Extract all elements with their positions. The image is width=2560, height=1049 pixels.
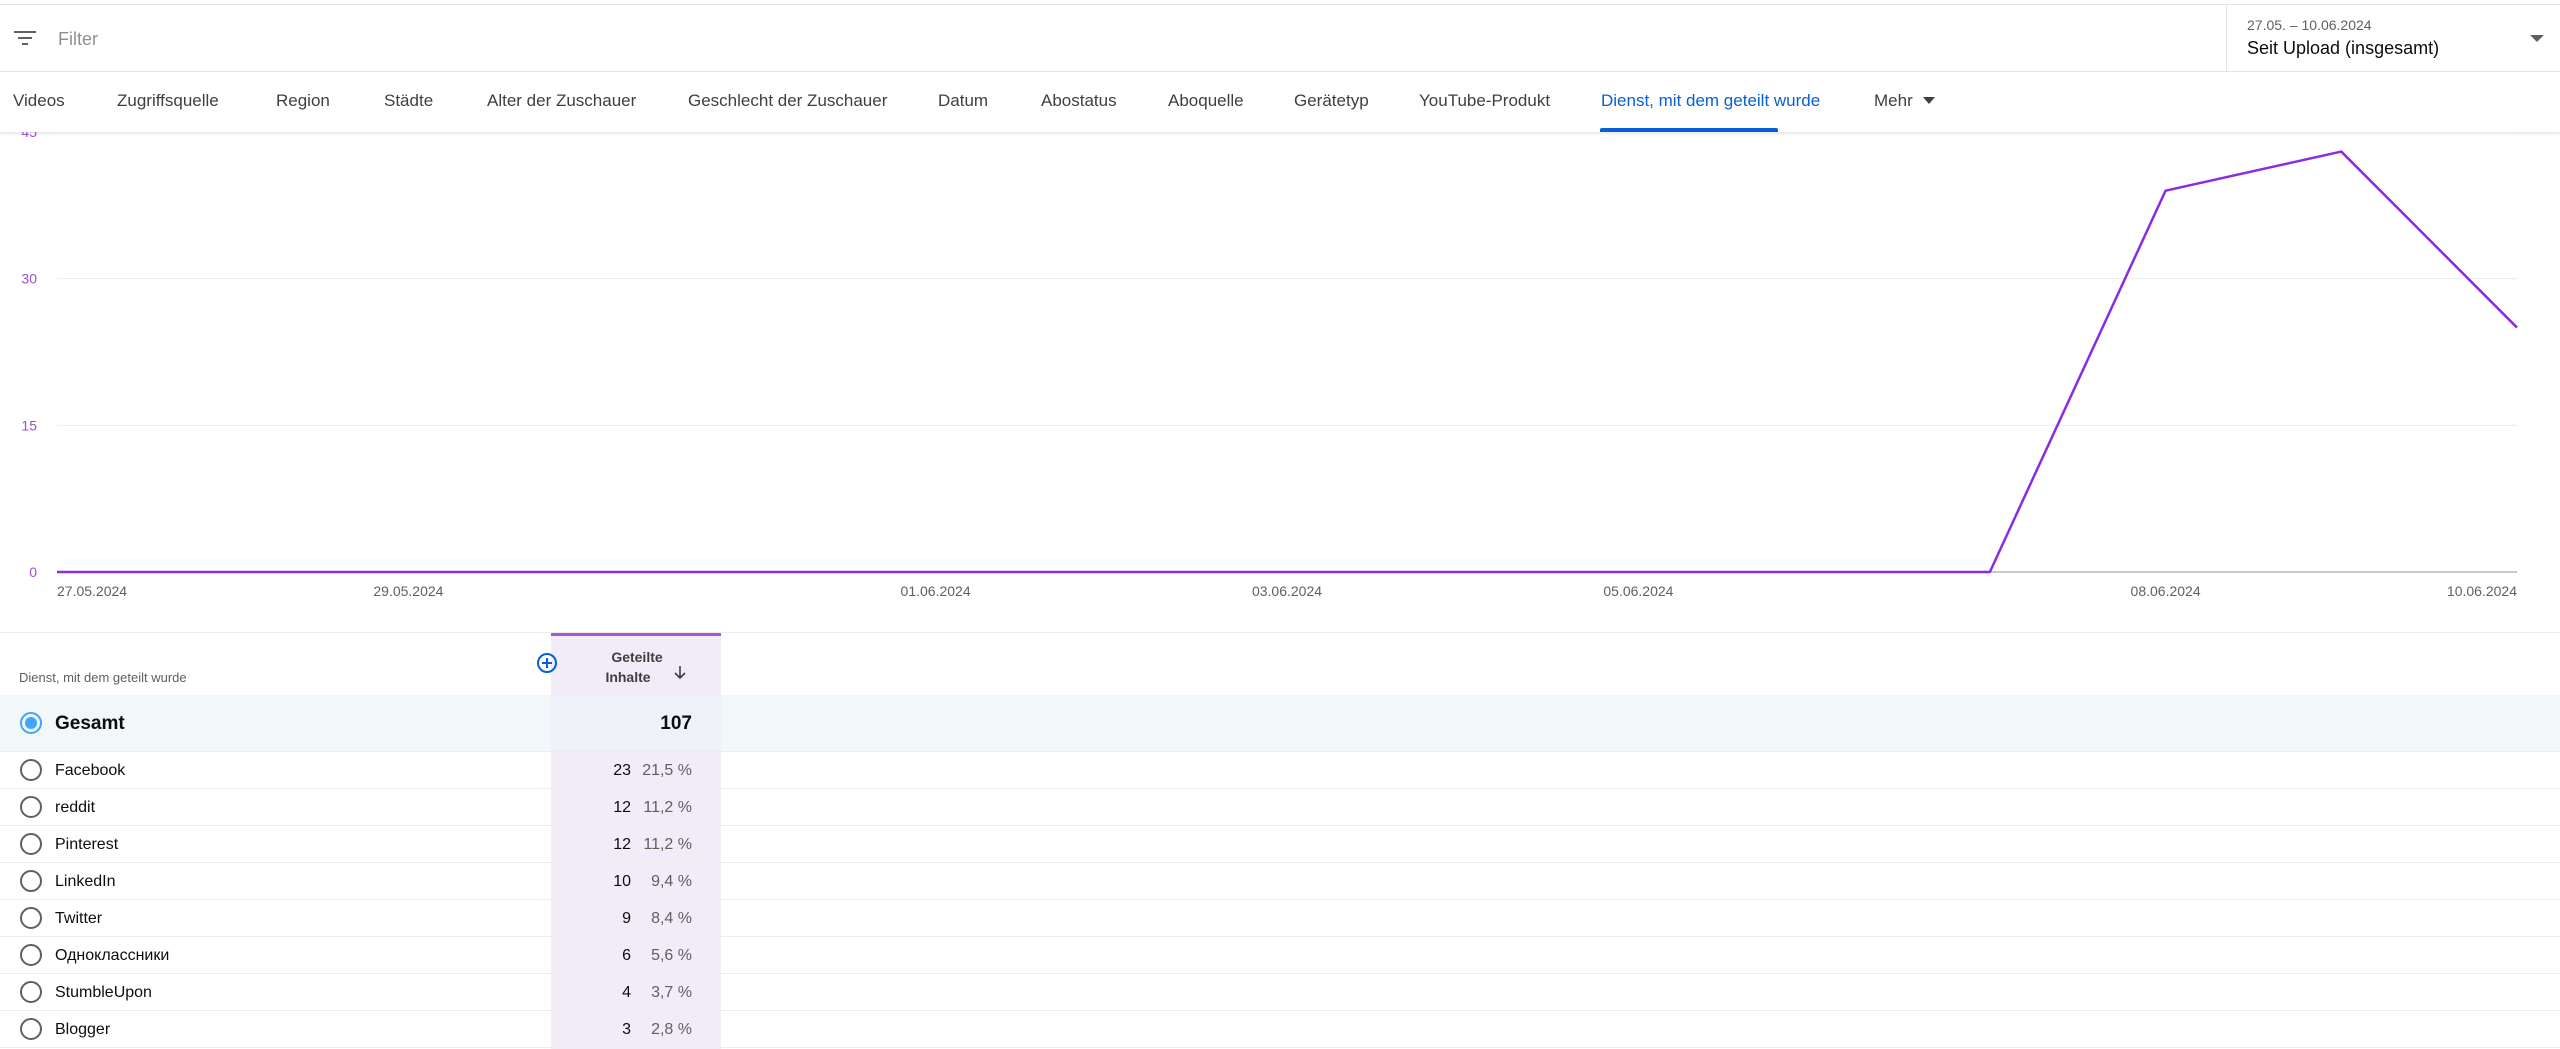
row-percent: 5,6 % (636, 947, 692, 965)
table-row[interactable]: Blogger 3 2,8 % (0, 1011, 2560, 1048)
dimension-tabs: Videos Zugriffsquelle Region Städte Alte… (0, 72, 2560, 132)
tab-abostatus[interactable]: Abostatus (1041, 91, 1117, 111)
dimension-column-header: Dienst, mit dem geteilt wurde (19, 670, 187, 685)
radio-selected[interactable] (20, 712, 42, 734)
row-label: Pinterest (55, 836, 118, 854)
y-tick-label: 30 (21, 271, 37, 287)
radio[interactable] (20, 1018, 42, 1040)
series-line (57, 152, 2517, 572)
row-percent: 2,8 % (636, 1021, 692, 1039)
radio[interactable] (20, 870, 42, 892)
radio[interactable] (20, 944, 42, 966)
filter-bar: Filter 27.05. – 10.06.2024 Seit Upload (… (0, 4, 2560, 72)
row-label: reddit (55, 799, 95, 817)
tab-dienst-geteilt[interactable]: Dienst, mit dem geteilt wurde (1601, 91, 1820, 111)
filter-input[interactable]: Filter (58, 29, 98, 50)
table-row[interactable]: LinkedIn 10 9,4 % (0, 863, 2560, 900)
row-value: 4 (551, 984, 631, 1002)
radio[interactable] (20, 833, 42, 855)
row-value: 12 (551, 836, 631, 854)
line-chart: 0 15 30 45 27.05.2024 29.05.2024 01.06.2024 03.… (0, 132, 2560, 612)
x-tick-label: 01.06.2024 (901, 583, 971, 599)
row-value: 6 (551, 947, 631, 965)
row-label: Blogger (55, 1021, 110, 1039)
row-percent: 8,4 % (636, 910, 692, 928)
table-row[interactable]: reddit 12 11,2 % (0, 789, 2560, 826)
row-percent: 3,7 % (636, 984, 692, 1002)
add-metric-button[interactable] (537, 653, 557, 673)
row-percent: 11,2 % (636, 836, 692, 854)
caret-down-icon (2530, 35, 2544, 42)
radio[interactable] (20, 981, 42, 1003)
tab-region[interactable]: Region (276, 91, 330, 111)
tab-aboquelle[interactable]: Aboquelle (1168, 91, 1244, 111)
tab-staedte[interactable]: Städte (384, 91, 433, 111)
row-value: 9 (551, 910, 631, 928)
row-percent: 11,2 % (636, 799, 692, 817)
tab-mehr[interactable]: Mehr (1874, 91, 1913, 111)
x-tick-label: 29.05.2024 (373, 583, 443, 599)
y-tick-label: 0 (29, 564, 37, 580)
tab-videos[interactable]: Videos (13, 91, 65, 111)
mehr-dropdown-icon[interactable] (1923, 97, 1935, 104)
x-tick-label: 08.06.2024 (2131, 583, 2201, 599)
y-tick-label: 45 (21, 132, 37, 140)
x-tick-label: 05.06.2024 (1603, 583, 1673, 599)
data-table: Dienst, mit dem geteilt wurde Geteilte I… (0, 632, 2560, 1049)
y-tick-label: 15 (21, 417, 37, 433)
tab-alter[interactable]: Alter der Zuschauer (487, 91, 636, 111)
tab-geraetetyp[interactable]: Gerätetyp (1294, 91, 1369, 111)
tab-datum[interactable]: Datum (938, 91, 988, 111)
tab-youtube-produkt[interactable]: YouTube-Produkt (1419, 91, 1550, 111)
x-tick-label: 10.06.2024 (2447, 583, 2517, 599)
metric-header-line2: Inhalte (591, 667, 683, 687)
tab-geschlecht[interactable]: Geschlecht der Zuschauer (688, 91, 887, 111)
table-row[interactable]: Facebook 23 21,5 % (0, 752, 2560, 789)
row-label: StumbleUpon (55, 984, 152, 1002)
total-label: Gesamt (55, 713, 125, 735)
radio[interactable] (20, 759, 42, 781)
radio[interactable] (20, 907, 42, 929)
radio[interactable] (20, 796, 42, 818)
row-value: 12 (551, 799, 631, 817)
row-label: LinkedIn (55, 873, 116, 891)
row-value: 3 (551, 1021, 631, 1039)
table-row[interactable]: StumbleUpon 4 3,7 % (0, 974, 2560, 1011)
row-percent: 21,5 % (636, 762, 692, 780)
row-percent: 9,4 % (636, 873, 692, 891)
date-range-selector[interactable]: 27.05. – 10.06.2024 Seit Upload (insgesa… (2226, 5, 2560, 71)
total-value: 107 (551, 713, 692, 735)
tab-zugriffsquelle[interactable]: Zugriffsquelle (117, 91, 219, 111)
date-range-text: 27.05. – 10.06.2024 (2247, 17, 2372, 33)
metric-column-header[interactable]: Geteilte Inhalte (591, 647, 683, 687)
row-value: 10 (551, 873, 631, 891)
row-label: Одноклассники (55, 947, 169, 965)
table-row[interactable]: Одноклассники 6 5,6 % (0, 937, 2560, 974)
metric-header-line1: Geteilte (591, 647, 683, 667)
table-row-total[interactable]: Gesamt 107 (0, 695, 2560, 752)
row-label: Facebook (55, 762, 125, 780)
sort-down-icon[interactable] (674, 666, 686, 680)
table-row[interactable]: Pinterest 12 11,2 % (0, 826, 2560, 863)
row-label: Twitter (55, 910, 102, 928)
row-value: 23 (551, 762, 631, 780)
table-row[interactable]: Twitter 9 8,4 % (0, 900, 2560, 937)
date-range-label: Seit Upload (insgesamt) (2247, 38, 2439, 59)
x-tick-label: 27.05.2024 (57, 583, 127, 599)
x-tick-label: 03.06.2024 (1252, 583, 1322, 599)
filter-icon[interactable] (14, 29, 36, 47)
